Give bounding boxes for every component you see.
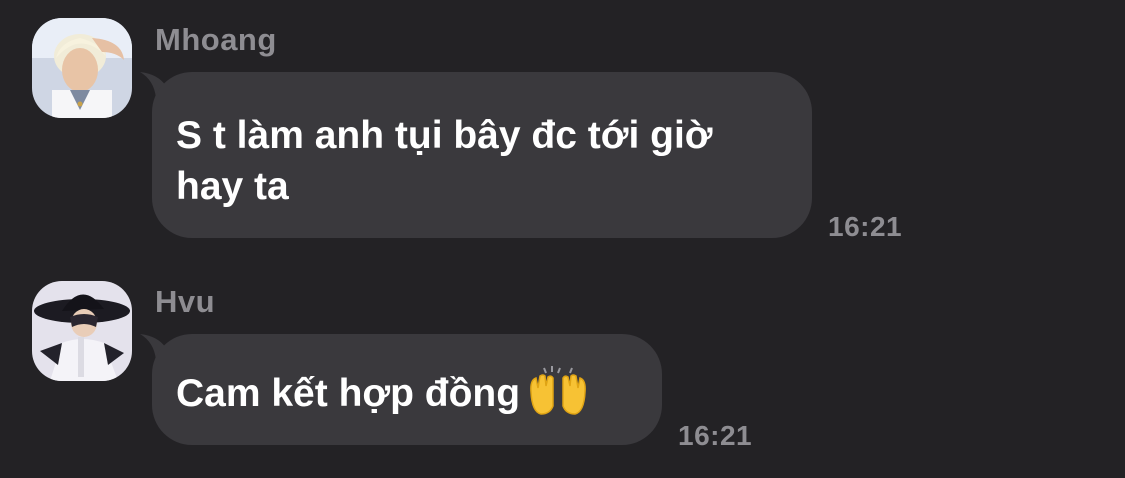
message-group: Mhoang S t làm anh tụi bây đc tới giờ ha… (0, 0, 1125, 250)
sender-name: Mhoang (155, 22, 277, 57)
avatar[interactable] (32, 281, 132, 381)
raising-hands-emoji-icon (530, 366, 586, 415)
message-group: Hvu Cam kết hợp đồng 16:21 (0, 270, 1125, 470)
message-text: Cam kết hợp đồng (176, 372, 521, 415)
message-text-line: S t làm anh tụi bây đc tới giờ (176, 114, 713, 157)
sender-name: Hvu (155, 284, 216, 319)
avatar[interactable] (32, 18, 132, 118)
message-bubble[interactable]: Cam kết hợp đồng (152, 334, 662, 445)
message-timestamp: 16:21 (678, 420, 753, 451)
chat-thread: Mhoang S t làm anh tụi bây đc tới giờ ha… (0, 0, 1125, 478)
avatar-image (32, 18, 132, 118)
message-timestamp: 16:21 (828, 211, 903, 242)
avatar-image (32, 281, 132, 381)
message-text-line: hay ta (176, 165, 289, 208)
message-bubble[interactable]: S t làm anh tụi bây đc tới giờ hay ta (152, 72, 812, 238)
